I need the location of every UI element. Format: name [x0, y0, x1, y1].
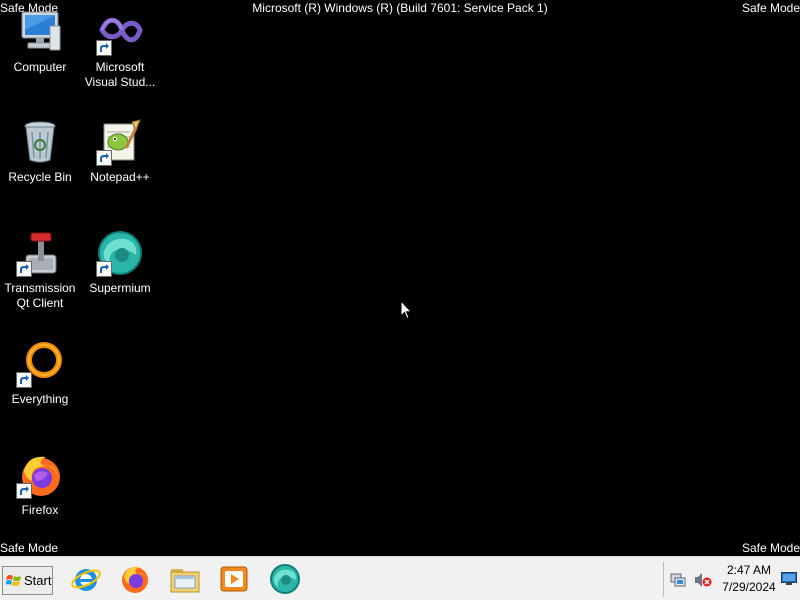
show-desktop-icon[interactable]	[781, 572, 797, 586]
system-tray: 2:47 AM 7/29/2024	[663, 562, 800, 597]
clock-date[interactable]: 7/29/2024	[719, 580, 779, 594]
desktop-icon-label: Firefox	[21, 503, 59, 517]
internet-explorer-icon[interactable]	[70, 563, 102, 595]
shortcut-arrow-icon	[16, 483, 32, 499]
shortcut-arrow-icon	[16, 372, 32, 388]
safe-mode-label-bottom-right: Safe Mode	[741, 541, 800, 555]
desktop-icon-notepad-plus-plus[interactable]: Notepad++	[80, 118, 160, 185]
shortcut-arrow-icon	[96, 261, 112, 277]
windows-logo-icon	[6, 574, 21, 586]
desktop-icon-label: Recycle Bin	[8, 170, 72, 184]
start-button-label: Start	[24, 573, 52, 588]
supermium-icon	[96, 229, 144, 277]
desktop-icon-label: Computer	[13, 60, 67, 74]
shortcut-arrow-icon	[96, 40, 112, 56]
network-icon[interactable]	[670, 572, 686, 588]
safe-mode-label-top-right: Safe Mode	[741, 1, 800, 15]
file-explorer-icon[interactable]	[169, 563, 201, 595]
volume-muted-icon[interactable]	[694, 572, 712, 588]
start-button[interactable]: Start	[2, 566, 53, 595]
desktop-icon-label: Supermium	[89, 281, 151, 295]
desktop-icon-computer[interactable]: Computer	[0, 8, 80, 75]
taskbar: Start 2:47 AM 7/29/2024	[0, 556, 800, 600]
desktop-icon-label: Notepad++	[90, 170, 150, 184]
computer-icon	[16, 8, 64, 56]
shortcut-arrow-icon	[16, 261, 32, 277]
mouse-cursor-icon	[400, 300, 412, 320]
media-player-icon[interactable]	[218, 563, 250, 595]
transmission-icon	[16, 229, 64, 277]
recycle-bin-icon	[16, 118, 64, 166]
desktop-icon-firefox[interactable]: Firefox	[0, 451, 80, 518]
clock-time[interactable]: 2:47 AM	[719, 563, 779, 577]
safe-mode-label-bottom-left: Safe Mode	[0, 541, 59, 555]
desktop-icon-everything[interactable]: Everything	[0, 340, 80, 407]
firefox-icon	[16, 451, 64, 499]
desktop-icon-label: Everything	[11, 392, 69, 406]
shortcut-arrow-icon	[96, 150, 112, 166]
everything-icon	[16, 340, 64, 388]
desktop-icon-label: Transmission Qt Client	[4, 281, 76, 310]
desktop-icon-label: Microsoft Visual Stud...	[84, 60, 156, 89]
desktop-icon-supermium[interactable]: Supermium	[80, 229, 160, 296]
desktop-icon-recycle-bin[interactable]: Recycle Bin	[0, 118, 80, 185]
desktop-icon-visual-studio[interactable]: Microsoft Visual Stud...	[80, 8, 160, 90]
notepad-plus-plus-icon	[96, 118, 144, 166]
firefox-taskbar-icon[interactable]	[119, 563, 151, 595]
visual-studio-icon	[96, 8, 144, 56]
desktop-icon-transmission[interactable]: Transmission Qt Client	[0, 229, 80, 311]
supermium-taskbar-icon[interactable]	[269, 563, 301, 595]
